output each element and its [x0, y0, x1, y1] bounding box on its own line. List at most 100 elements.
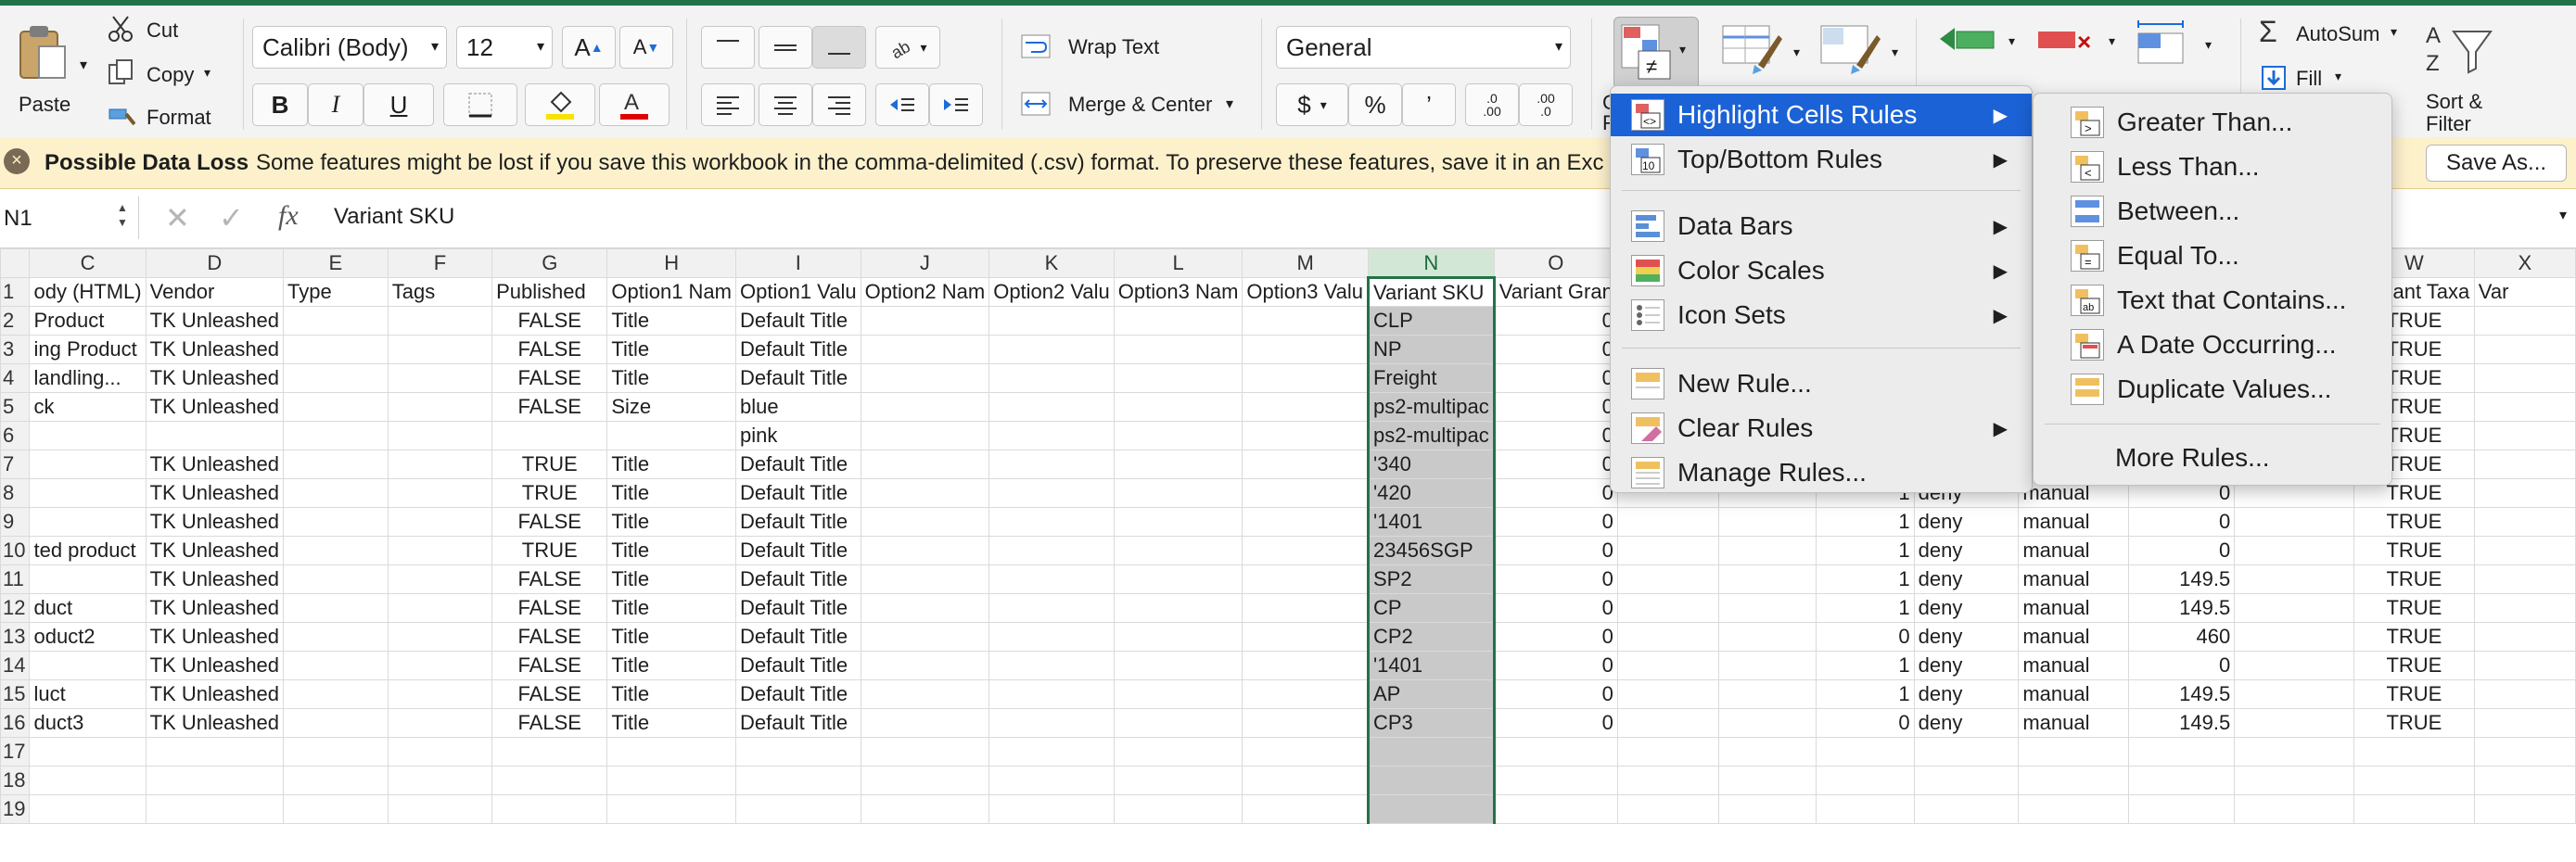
cell[interactable]: '420 [1366, 478, 1496, 508]
sort-filter-button[interactable]: AZ Sort & Filter [2415, 19, 2507, 139]
format-cells-button[interactable]: ▾ [2133, 19, 2216, 89]
cell[interactable] [283, 593, 389, 623]
align-bottom-button[interactable] [812, 26, 866, 69]
cell[interactable]: ck [29, 392, 147, 422]
submenu-item-between[interactable]: Between... [2034, 190, 2391, 233]
cell[interactable] [2473, 679, 2576, 709]
cell[interactable]: TRUE [2353, 593, 2475, 623]
cell[interactable] [2234, 794, 2354, 824]
cell[interactable] [1113, 507, 1243, 537]
menu-item-color-scales[interactable]: Color Scales ▶ [1611, 249, 2032, 292]
cell[interactable]: Option3 Valu [1242, 277, 1369, 307]
cell[interactable]: NP [1366, 335, 1496, 364]
cell[interactable] [1366, 766, 1496, 795]
cell[interactable] [1113, 450, 1243, 479]
bold-button[interactable]: B [252, 83, 308, 126]
cell[interactable] [606, 766, 736, 795]
row-header[interactable]: 17 [0, 737, 31, 767]
cell[interactable]: 0 [1493, 564, 1618, 594]
cell[interactable]: manual [2018, 622, 2129, 652]
row-header[interactable]: 2 [0, 306, 31, 336]
format-painter-button[interactable]: Format [108, 102, 219, 132]
cell[interactable] [2018, 794, 2129, 824]
cell[interactable]: 0 [1493, 450, 1618, 479]
cell[interactable] [860, 536, 990, 565]
cell[interactable]: 149.5 [2127, 593, 2236, 623]
cell[interactable]: FALSE [491, 392, 608, 422]
cell[interactable] [491, 794, 608, 824]
cell[interactable]: 1 [1816, 536, 1915, 565]
row-header[interactable]: 5 [0, 392, 31, 422]
cell[interactable] [988, 593, 1115, 623]
cell[interactable]: Option3 Nam [1113, 277, 1243, 307]
cell[interactable] [387, 306, 493, 336]
cell[interactable]: ted product [29, 536, 147, 565]
cell[interactable]: FALSE [491, 507, 608, 537]
function-icon[interactable]: fx [278, 200, 299, 232]
cell[interactable]: TRUE [491, 450, 608, 479]
font-name-select[interactable]: Calibri (Body) ▾ [252, 26, 447, 69]
row-header[interactable]: 6 [0, 421, 31, 450]
cell[interactable]: Var [2473, 277, 2576, 307]
cell[interactable] [387, 679, 493, 709]
cell[interactable]: AP [1366, 679, 1496, 709]
cell[interactable]: Title [606, 306, 736, 336]
comma-style-button[interactable]: ’ [1402, 83, 1456, 126]
cell[interactable] [283, 478, 389, 508]
cell[interactable] [1493, 737, 1618, 767]
cell[interactable] [2473, 737, 2576, 767]
column-header-g[interactable]: G [491, 248, 608, 278]
cell[interactable] [29, 766, 147, 795]
cell[interactable]: FALSE [491, 306, 608, 336]
cell[interactable]: TRUE [2353, 708, 2475, 738]
cell[interactable] [988, 392, 1115, 422]
cell[interactable]: TK Unleashed [145, 507, 285, 537]
cell[interactable] [860, 507, 990, 537]
close-icon[interactable]: × [4, 148, 30, 174]
cell[interactable]: manual [2018, 564, 2129, 594]
cell[interactable] [283, 622, 389, 652]
cell[interactable]: ody (HTML) [29, 277, 147, 307]
cell[interactable] [860, 306, 990, 336]
cell[interactable] [2473, 622, 2576, 652]
chevron-down-icon[interactable]: ▾ [2559, 206, 2567, 224]
menu-item-new-rule[interactable]: New Rule... [1611, 362, 2032, 405]
column-header-o[interactable]: O [1493, 248, 1618, 278]
cell[interactable] [1242, 593, 1369, 623]
submenu-item-date-occurring[interactable]: A Date Occurring... [2034, 323, 2391, 366]
cell[interactable] [1113, 708, 1243, 738]
column-header-k[interactable]: K [988, 248, 1115, 278]
cell[interactable] [1242, 564, 1369, 594]
align-right-button[interactable] [812, 83, 866, 126]
cell[interactable] [1616, 737, 1719, 767]
cell[interactable] [1113, 622, 1243, 652]
cell[interactable] [2234, 593, 2354, 623]
cell[interactable]: TRUE [2353, 507, 2475, 537]
cell[interactable] [1242, 708, 1369, 738]
cell[interactable]: TK Unleashed [145, 622, 285, 652]
cell[interactable]: ps2-multipac [1366, 392, 1496, 422]
cell[interactable] [1717, 593, 1817, 623]
cell[interactable] [2473, 392, 2576, 422]
cell[interactable]: 0 [1493, 679, 1618, 709]
cell[interactable] [1616, 679, 1719, 709]
cell[interactable] [2018, 737, 2129, 767]
row-header[interactable]: 9 [0, 507, 31, 537]
cancel-icon[interactable]: ✕ [165, 200, 190, 235]
cell[interactable]: Option2 Valu [988, 277, 1115, 307]
cell[interactable]: Freight [1366, 363, 1496, 393]
row-header[interactable]: 12 [0, 593, 31, 623]
cell[interactable] [860, 392, 990, 422]
cell[interactable] [1616, 766, 1719, 795]
name-box[interactable]: N1 ▲ ▼ [0, 196, 139, 239]
cell[interactable]: deny [1913, 708, 2020, 738]
cell[interactable]: deny [1913, 651, 2020, 680]
cell[interactable]: 1 [1816, 564, 1915, 594]
cell[interactable]: SP2 [1366, 564, 1496, 594]
cell[interactable] [860, 593, 990, 623]
cell[interactable]: Default Title [735, 450, 861, 479]
cell[interactable] [1616, 536, 1719, 565]
cell[interactable] [2473, 593, 2576, 623]
cell[interactable]: 0 [1493, 392, 1618, 422]
autosum-button[interactable]: Σ AutoSum ▾ [2259, 15, 2407, 50]
